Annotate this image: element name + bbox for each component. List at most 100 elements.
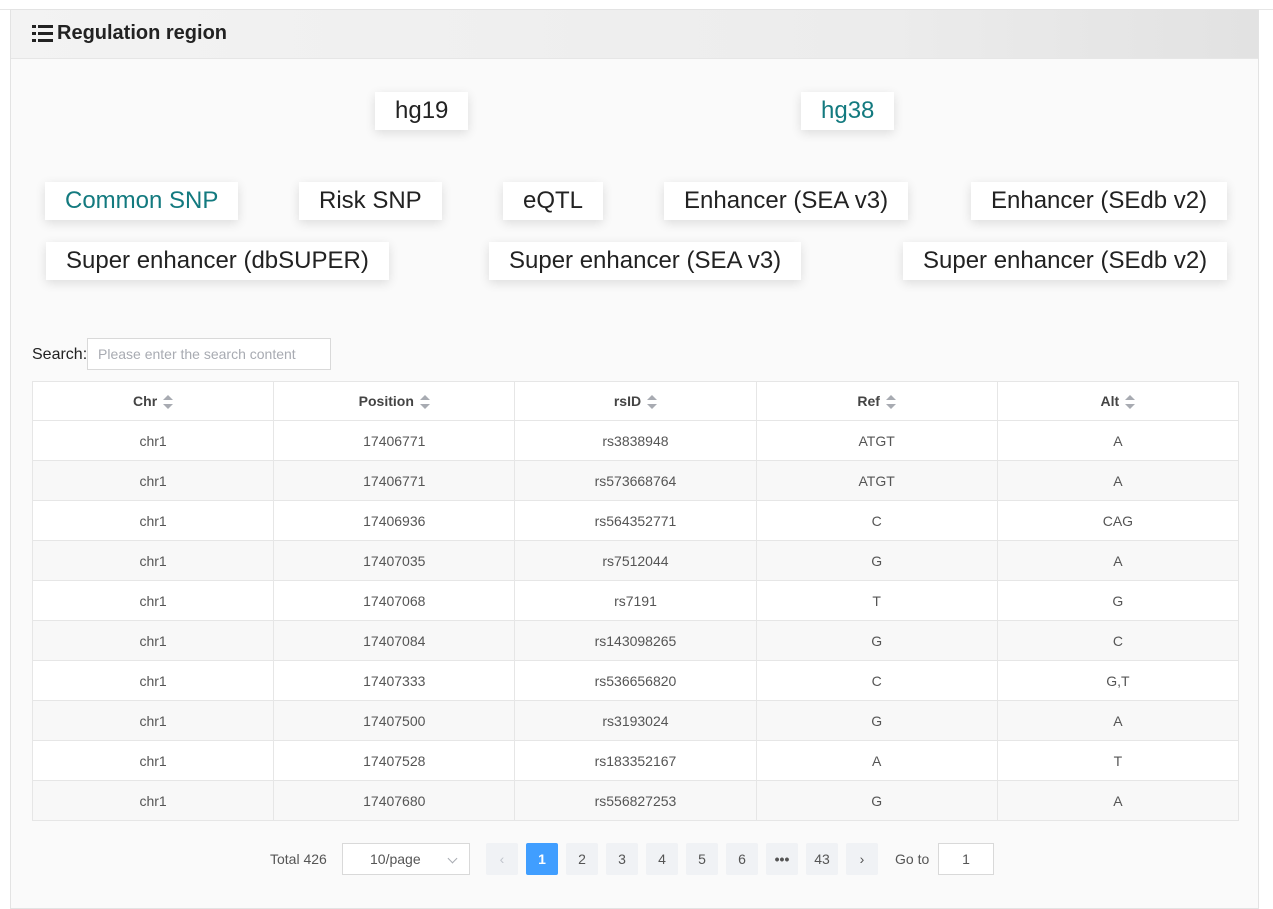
sort-icon[interactable] [885, 395, 896, 410]
chevron-down-icon [447, 853, 458, 864]
page-size-value: 10/page [370, 851, 421, 867]
tab-hg19[interactable]: hg19 [375, 92, 469, 130]
cell-alt: A [996, 700, 1240, 741]
goto-label: Go to [895, 851, 930, 867]
cell-position: 17407084 [273, 620, 516, 661]
cell-alt: G [996, 580, 1240, 621]
cell-chr: chr1 [31, 700, 275, 741]
cell-ref: A [755, 740, 998, 781]
page-button-1[interactable]: 1 [526, 843, 558, 875]
column-header-position[interactable]: Position [273, 381, 516, 421]
cell-alt: T [996, 740, 1240, 781]
column-header-rsid[interactable]: rsID [514, 381, 757, 421]
cell-rsid: rs7512044 [514, 540, 757, 581]
tab-common-snp[interactable]: Common SNP [45, 182, 239, 220]
cell-rsid: rs564352771 [514, 500, 757, 541]
table-header-row: Chr Position rsID Ref Alt [31, 381, 1240, 421]
table-row: chr1 17407035 rs7512044 G A [31, 540, 1240, 581]
cell-alt: CAG [996, 500, 1240, 541]
column-header-ref[interactable]: Ref [755, 381, 998, 421]
cell-alt: A [996, 780, 1240, 821]
tab-super-enhancer-sea-v3[interactable]: Super enhancer (SEA v3) [489, 242, 802, 280]
tab-risk-snp[interactable]: Risk SNP [299, 182, 442, 220]
cell-rsid: rs183352167 [514, 740, 757, 781]
sort-icon[interactable] [163, 395, 174, 410]
sort-icon[interactable] [647, 395, 658, 410]
cell-alt: A [996, 540, 1240, 581]
cell-alt: A [996, 460, 1240, 501]
tab-super-enhancer-sedb-v2[interactable]: Super enhancer (SEdb v2) [903, 242, 1228, 280]
cell-position: 17407333 [273, 660, 516, 701]
table-row: chr1 17406936 rs564352771 C CAG [31, 500, 1240, 541]
prev-page-button[interactable]: ‹ [486, 843, 518, 875]
cell-position: 17407680 [273, 780, 516, 821]
table-row: chr1 17407084 rs143098265 G C [31, 620, 1240, 661]
cell-rsid: rs3838948 [514, 420, 757, 461]
more-pages-button[interactable]: ••• [766, 843, 798, 875]
goto-page-input[interactable] [938, 843, 994, 875]
tab-eqtl[interactable]: eQTL [503, 182, 604, 220]
tab-enhancer-sea-v3[interactable]: Enhancer (SEA v3) [664, 182, 909, 220]
search-label: Search: [32, 346, 88, 363]
cell-chr: chr1 [31, 660, 275, 701]
cell-rsid: rs573668764 [514, 460, 757, 501]
column-header-chr[interactable]: Chr [31, 381, 275, 421]
list-icon [32, 25, 53, 47]
pagination: Total 426 10/page ‹ 1 2 3 4 5 6 ••• 43 ›… [11, 843, 1260, 875]
cell-ref: G [755, 780, 998, 821]
cell-rsid: rs556827253 [514, 780, 757, 821]
sort-icon[interactable] [419, 395, 430, 410]
sort-icon[interactable] [1125, 395, 1136, 410]
page-size-select[interactable]: 10/page [342, 843, 470, 875]
cell-chr: chr1 [31, 460, 275, 501]
cell-chr: chr1 [31, 740, 275, 781]
page-button-5[interactable]: 5 [686, 843, 718, 875]
table-row: chr1 17407528 rs183352167 A T [31, 740, 1240, 781]
cell-alt: C [996, 620, 1240, 661]
cell-chr: chr1 [31, 620, 275, 661]
results-table: Chr Position rsID Ref Alt chr1 17406771 rs… [31, 381, 1240, 821]
cell-position: 17407035 [273, 540, 516, 581]
cell-ref: ATGT [755, 460, 998, 501]
column-header-alt[interactable]: Alt [996, 381, 1240, 421]
cell-position: 17406936 [273, 500, 516, 541]
cell-chr: chr1 [31, 500, 275, 541]
cell-position: 17407528 [273, 740, 516, 781]
cell-position: 17406771 [273, 420, 516, 461]
tab-hg38[interactable]: hg38 [801, 92, 895, 130]
cell-position: 17406771 [273, 460, 516, 501]
cell-chr: chr1 [31, 420, 275, 461]
cell-rsid: rs143098265 [514, 620, 757, 661]
table-row: chr1 17407068 rs7191 T G [31, 580, 1240, 621]
panel-header: Regulation region [11, 10, 1258, 59]
cell-ref: G [755, 700, 998, 741]
cell-position: 17407500 [273, 700, 516, 741]
cell-rsid: rs7191 [514, 580, 757, 621]
cell-alt: A [996, 420, 1240, 461]
page-button-4[interactable]: 4 [646, 843, 678, 875]
cell-ref: G [755, 620, 998, 661]
cell-ref: C [755, 660, 998, 701]
page-button-43[interactable]: 43 [806, 843, 838, 875]
next-page-button[interactable]: › [846, 843, 878, 875]
table-row: chr1 17407500 rs3193024 G A [31, 700, 1240, 741]
cell-chr: chr1 [31, 580, 275, 621]
cell-chr: chr1 [31, 540, 275, 581]
table-row: chr1 17407333 rs536656820 C G,T [31, 660, 1240, 701]
table-row: chr1 17406771 rs573668764 ATGT A [31, 460, 1240, 501]
total-count: Total 426 [270, 851, 327, 867]
page-button-2[interactable]: 2 [566, 843, 598, 875]
cell-ref: C [755, 500, 998, 541]
regulation-region-panel: Regulation region hg19 hg38 Common SNP R… [10, 9, 1259, 909]
page-button-6[interactable]: 6 [726, 843, 758, 875]
tab-enhancer-sedb-v2[interactable]: Enhancer (SEdb v2) [971, 182, 1228, 220]
table-row: chr1 17406771 rs3838948 ATGT A [31, 420, 1240, 461]
tab-super-enhancer-dbsuper[interactable]: Super enhancer (dbSUPER) [46, 242, 389, 280]
cell-rsid: rs3193024 [514, 700, 757, 741]
cell-ref: G [755, 540, 998, 581]
page-button-3[interactable]: 3 [606, 843, 638, 875]
table-row: chr1 17407680 rs556827253 G A [31, 780, 1240, 821]
search-input[interactable] [87, 338, 331, 370]
cell-chr: chr1 [31, 780, 275, 821]
cell-ref: ATGT [755, 420, 998, 461]
